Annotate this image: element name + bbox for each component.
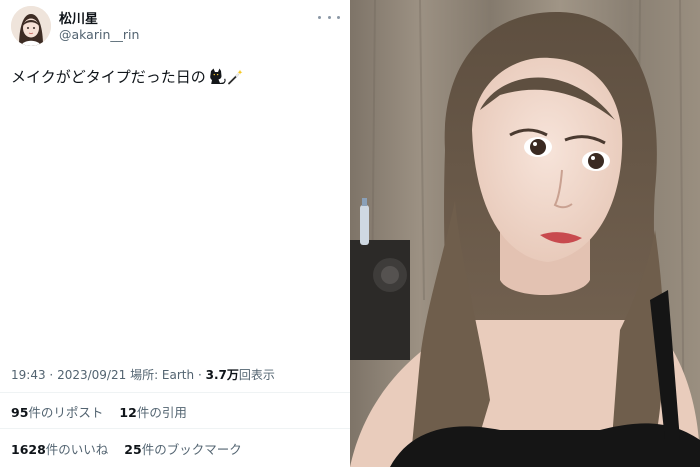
stats-row-reposts: 95件のリポスト 12件の引用: [11, 402, 199, 421]
quotes-count: 12: [119, 405, 137, 420]
bookmarks-count: 25: [124, 442, 142, 457]
magic-wand-icon: [227, 69, 243, 84]
divider: [0, 392, 350, 393]
more-options-button[interactable]: [318, 10, 340, 24]
avatar[interactable]: [11, 6, 51, 46]
tweet-location: 場所: Earth: [130, 368, 195, 382]
tweet-date[interactable]: 2023/09/21: [57, 368, 126, 382]
tweet-pane: 松川星 @akarin__rin メイクがどタイプだった日の 19:43 · 2…: [0, 0, 350, 467]
black-cat-icon: [209, 68, 226, 84]
likes-count: 1628: [11, 442, 46, 457]
avatar-image: [11, 6, 51, 46]
bookmarks-label: 件のブックマーク: [141, 442, 242, 457]
tweet-meta: 19:43 · 2023/09/21 場所: Earth · 3.7万回表示: [11, 366, 275, 383]
reposts-stat[interactable]: 95件のリポスト: [11, 402, 103, 421]
reposts-label: 件のリポスト: [28, 405, 104, 420]
reposts-count: 95: [11, 405, 29, 420]
tweet-text-body: メイクがどタイプだった日の: [11, 68, 206, 86]
likes-stat[interactable]: 1628件のいいね: [11, 439, 108, 458]
selfie-photo: [350, 0, 700, 467]
divider: [0, 428, 350, 429]
bookmarks-stat[interactable]: 25件のブックマーク: [124, 439, 241, 458]
display-name[interactable]: 松川星: [59, 8, 98, 27]
stats-row-likes: 1628件のいいね 25件のブックマーク: [11, 439, 254, 458]
meta-separator: ·: [197, 368, 202, 382]
quotes-label: 件の引用: [136, 405, 187, 420]
dot-icon: [318, 15, 321, 19]
views-label: 回表示: [238, 368, 275, 382]
user-handle[interactable]: @akarin__rin: [59, 27, 139, 42]
dot-icon: [337, 15, 340, 19]
views-count: 3.7万: [205, 368, 239, 382]
tweet-text: メイクがどタイプだった日の: [11, 66, 243, 87]
dot-icon: [327, 15, 331, 19]
tweet-time[interactable]: 19:43: [11, 368, 46, 382]
tweet-photo[interactable]: [350, 0, 700, 467]
quotes-stat[interactable]: 12件の引用: [119, 402, 186, 421]
meta-separator: ·: [49, 368, 54, 382]
likes-label: 件のいいね: [45, 442, 109, 457]
